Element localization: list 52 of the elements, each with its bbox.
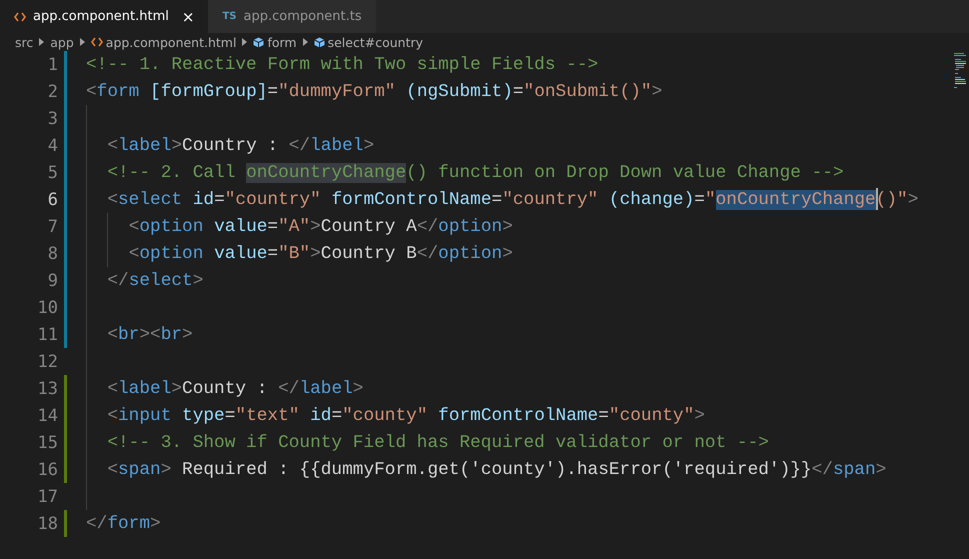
line-number: 8: [46, 244, 58, 264]
code-brackets-icon: [14, 12, 26, 22]
code-line: <span> Required : {{dummyForm.get('county').hasError('required')}}</span>: [106, 458, 886, 482]
code-line: <!-- 2. Call onCountryChange() function on Drop Down value Change -->: [106, 162, 844, 184]
cube-icon: [314, 36, 325, 48]
code-line: <form [formGroup]="dummyForm" (ngSubmit)="onSubmit()">: [86, 80, 662, 104]
code-line: <label>Country : </label>: [106, 134, 374, 158]
chevron-icon: [39, 38, 44, 46]
code-line: <br><br>: [106, 324, 193, 346]
chevron-icon: [302, 38, 308, 46]
line-number: 11: [36, 324, 58, 344]
code-line: <!-- 1. Reactive Form with Two simple Fields -->: [86, 54, 598, 76]
chevron-icon: [242, 38, 248, 46]
breadcrumb-item[interactable]: src: [15, 34, 34, 50]
chevron-icon: [80, 38, 85, 46]
cube-icon: [253, 36, 264, 48]
code-line: <input type="text" id="county" formControlName="county">: [106, 404, 705, 428]
line-number: 15: [36, 432, 58, 452]
code-line: </select>: [106, 270, 204, 292]
line-number: 3: [46, 108, 58, 128]
line-number: 5: [46, 162, 58, 182]
line-number: 1: [46, 54, 58, 74]
code-line: </form>: [86, 512, 161, 536]
editor-tab[interactable]: TS app.component.ts: [208, 0, 376, 33]
typescript-icon: TS: [222, 11, 236, 22]
code-line: <label>County : </label>: [106, 378, 364, 400]
line-number: 10: [36, 298, 58, 318]
line-number: 13: [36, 378, 58, 398]
tab-label: app.component.ts: [244, 9, 362, 24]
close-icon[interactable]: ×: [182, 8, 194, 26]
editor-tab[interactable]: app.component.html ×: [0, 0, 208, 33]
breadcrumb-item[interactable]: form: [267, 34, 297, 50]
tab-label: app.component.html: [33, 9, 169, 24]
line-number: 12: [36, 352, 58, 372]
line-number: 9: [46, 270, 58, 290]
line-number: 7: [46, 216, 58, 236]
line-number: 4: [46, 136, 58, 156]
breadcrumb-item[interactable]: select#country: [328, 34, 424, 50]
code-line: <option value="B">Country B</option>: [128, 242, 513, 266]
line-number: 17: [36, 486, 58, 506]
code-line: <!-- 3. Show if County Field has Required validator or not -->: [106, 432, 769, 454]
line-number: 14: [36, 406, 58, 426]
code-line: <select id="country" formControlName="country" (change)="onCountryChange()">: [106, 188, 918, 212]
breadcrumb-item[interactable]: app.component.html: [106, 34, 236, 50]
breadcrumb-item[interactable]: app: [50, 34, 74, 50]
code-brackets-icon: [90, 37, 103, 47]
line-number: 18: [36, 514, 58, 534]
line-number: 2: [46, 82, 58, 102]
line-number: 6: [46, 190, 58, 210]
code-line: <option value="A">Country A</option>: [128, 216, 513, 238]
line-number: 16: [36, 460, 58, 480]
minimap-drawing: [954, 53, 966, 89]
